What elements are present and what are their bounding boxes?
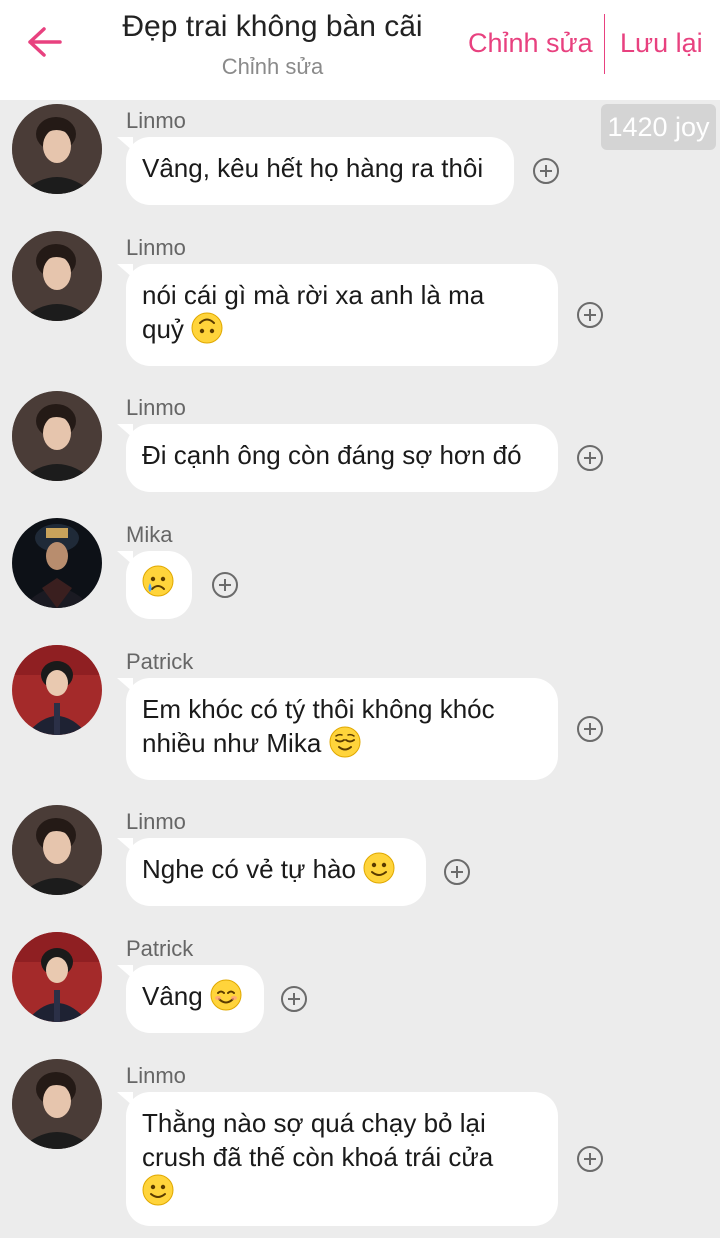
top-bar: Đẹp trai không bàn cãi Chỉnh sửa Chỉnh s… [0,0,720,100]
add-reaction-icon[interactable] [281,986,307,1012]
avatar-linmo[interactable] [12,104,102,194]
smiling-face-emoji-icon [210,979,242,1011]
avatar-patrick[interactable] [12,645,102,735]
message-text: Vâng [142,981,203,1011]
message-bubble[interactable]: Em khóc có tý thôi không khóc nhiều như M… [117,678,558,780]
message-text: Nghe có vẻ tự hào [142,854,356,884]
message-line: Em khóc có tý thôi không khóc [142,692,542,726]
page-title: Đẹp trai không bàn cãi [122,10,423,43]
avatar-linmo[interactable] [12,391,102,481]
message-bubble[interactable]: Đi cạnh ông còn đáng sợ hơn đó [117,424,558,492]
sender-name: Linmo [126,395,186,420]
message-text: Em khóc có tý thôi không khóc [142,694,495,724]
relieved-face-emoji-icon [329,726,361,758]
message-text: Vâng, kêu hết họ hàng ra thôi [142,153,484,183]
sad-sweat-face-emoji-icon [142,565,174,597]
message-text: nhiều như Mika [142,728,322,758]
sender-name: Linmo [126,108,186,133]
message-text: quỷ [142,314,184,344]
save-button[interactable]: Lưu lại [620,28,703,59]
back-arrow-icon [26,26,62,63]
page-subtitle: Chỉnh sửa [221,54,324,79]
slightly-smiling-face-emoji-icon [363,852,395,884]
upside-down-face-emoji-icon [191,312,223,344]
add-reaction-icon[interactable] [444,859,470,885]
avatar-patrick[interactable] [12,932,102,1022]
message-line: nhiều như Mika [142,726,542,760]
back-button[interactable] [20,24,68,64]
message-bubble[interactable]: Thằng nào sợ quá chạy bỏ lại crush đã thế… [117,1092,558,1226]
message-line: quỷ [142,312,542,346]
sender-name: Patrick [126,936,194,961]
message-text: Thằng nào sợ quá chạy bỏ lại [142,1108,486,1138]
add-reaction-icon[interactable] [533,158,559,184]
message-line: Đi cạnh ông còn đáng sợ hơn đó [142,438,542,472]
message-text: crush đã thế còn khoá trái cửa [142,1142,494,1172]
message-text: nói cái gì mà rời xa anh là ma [142,280,485,310]
add-reaction-icon[interactable] [577,716,603,742]
sender-name: Patrick [126,649,194,674]
message-bubble[interactable]: Vâng [117,965,264,1033]
message-line: Vâng [142,979,248,1013]
message-bubble[interactable]: nói cái gì mà rời xa anh là ma quỷ [117,264,558,366]
add-reaction-icon[interactable] [577,302,603,328]
message-line [142,565,176,599]
message-line: nói cái gì mà rời xa anh là ma [142,278,542,312]
message-line [142,1174,542,1208]
message-bubble[interactable]: Nghe có vẻ tự hào [117,838,426,906]
slightly-smiling-face-emoji-icon [142,1174,174,1206]
message-bubble[interactable]: Vâng, kêu hết họ hàng ra thôi [117,137,514,205]
sender-name: Linmo [126,1063,186,1088]
add-reaction-icon[interactable] [577,445,603,471]
add-reaction-icon[interactable] [577,1146,603,1172]
sender-name: Linmo [126,809,186,834]
avatar-linmo[interactable] [12,1059,102,1149]
message-bubble[interactable] [117,551,192,619]
sender-name: Mika [126,522,173,547]
avatar-linmo[interactable] [12,231,102,321]
edit-button[interactable]: Chỉnh sửa [468,28,593,59]
sender-name: Linmo [126,235,186,260]
message-line: Vâng, kêu hết họ hàng ra thôi [142,151,498,185]
avatar-linmo[interactable] [12,805,102,895]
joy-points-badge: 1420 joy [601,104,716,150]
message-text: Đi cạnh ông còn đáng sợ hơn đó [142,440,522,470]
add-reaction-icon[interactable] [212,572,238,598]
message-line: Nghe có vẻ tự hào [142,852,410,886]
message-line: crush đã thế còn khoá trái cửa [142,1140,542,1174]
message-line: Thằng nào sợ quá chạy bỏ lại [142,1106,542,1140]
header-divider [604,14,605,74]
avatar-mika[interactable] [12,518,102,608]
